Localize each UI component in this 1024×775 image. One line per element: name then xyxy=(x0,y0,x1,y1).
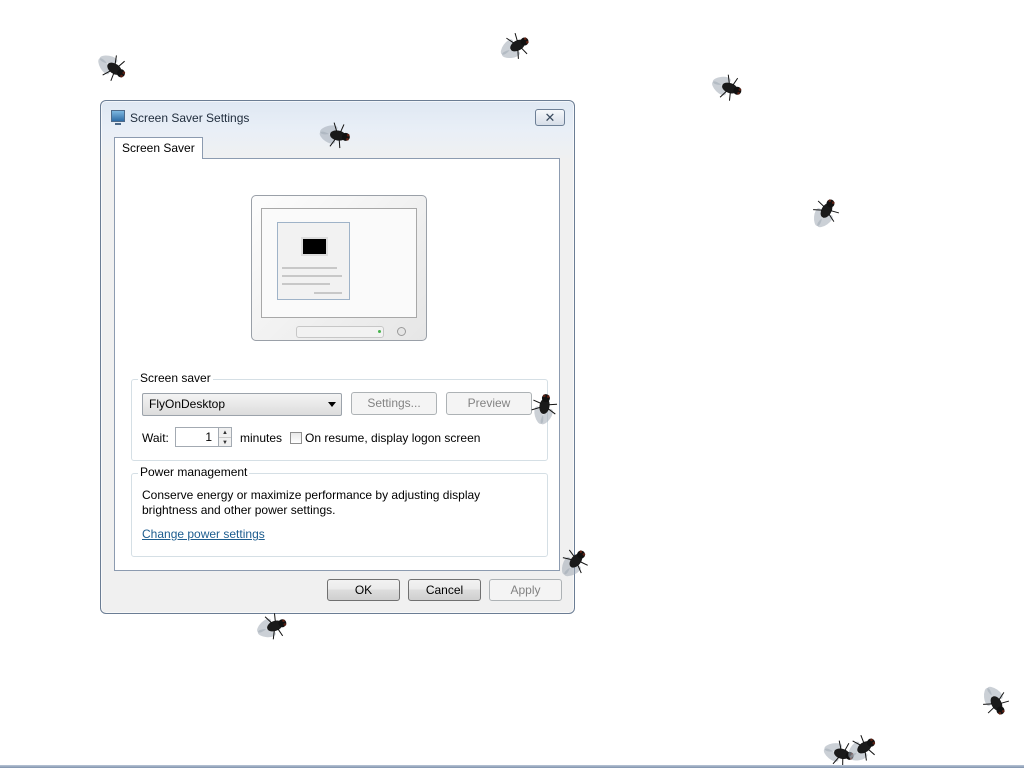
fly-icon xyxy=(804,191,847,235)
settings-button[interactable]: Settings... xyxy=(351,392,437,415)
cancel-button[interactable]: Cancel xyxy=(408,579,481,601)
fly-icon xyxy=(316,117,355,152)
wait-minutes-stepper[interactable]: ▲ ▼ xyxy=(218,427,232,447)
ok-button[interactable]: OK xyxy=(327,579,400,601)
tab-panel-screen-saver: Screen saver FlyOnDesktop Settings... Pr… xyxy=(114,158,560,571)
screen-saver-group-label: Screen saver xyxy=(138,371,213,385)
dialog-title: Screen Saver Settings xyxy=(130,111,250,125)
screen-saver-settings-dialog: Screen Saver Settings ✕ Screen Saver Scr… xyxy=(100,100,575,614)
mini-dialog-thumbnail xyxy=(277,222,350,300)
chevron-down-icon xyxy=(328,402,336,407)
monitor-bezel xyxy=(296,326,384,338)
fly-icon xyxy=(974,679,1017,723)
stepper-down-icon[interactable]: ▼ xyxy=(219,438,231,447)
mini-line xyxy=(282,275,342,277)
wait-label: Wait: xyxy=(142,431,169,445)
screen-saver-window-icon xyxy=(111,110,125,125)
stepper-up-icon[interactable]: ▲ xyxy=(219,428,231,438)
preview-button[interactable]: Preview xyxy=(446,392,532,415)
close-icon: ✕ xyxy=(544,110,556,125)
screen-saver-select[interactable]: FlyOnDesktop xyxy=(142,393,342,416)
mini-preview-screen xyxy=(301,237,328,256)
monitor-preview-screen xyxy=(261,208,417,318)
fly-icon xyxy=(526,390,561,429)
fly-icon xyxy=(706,67,748,107)
fly-icon xyxy=(89,45,134,89)
mini-line xyxy=(282,283,330,285)
resume-logon-label[interactable]: On resume, display logon screen xyxy=(305,431,480,445)
minutes-label: minutes xyxy=(240,431,283,445)
monitor-led xyxy=(378,330,381,333)
monitor-preview xyxy=(251,195,427,341)
power-description: Conserve energy or maximize performance … xyxy=(142,488,481,517)
close-button[interactable]: ✕ xyxy=(535,109,565,126)
resume-logon-checkbox[interactable] xyxy=(290,432,302,444)
change-power-settings-link[interactable]: Change power settings xyxy=(142,527,265,541)
tab-screen-saver[interactable]: Screen Saver xyxy=(114,137,203,159)
mini-line xyxy=(282,267,337,269)
power-management-group-label: Power management xyxy=(138,465,250,479)
mini-line xyxy=(314,292,342,294)
apply-button[interactable]: Apply xyxy=(489,579,562,601)
screen-saver-select-value: FlyOnDesktop xyxy=(149,397,226,411)
wait-minutes-input[interactable]: 1 xyxy=(175,427,219,447)
fly-icon xyxy=(493,26,537,69)
monitor-power-icon xyxy=(397,327,406,336)
